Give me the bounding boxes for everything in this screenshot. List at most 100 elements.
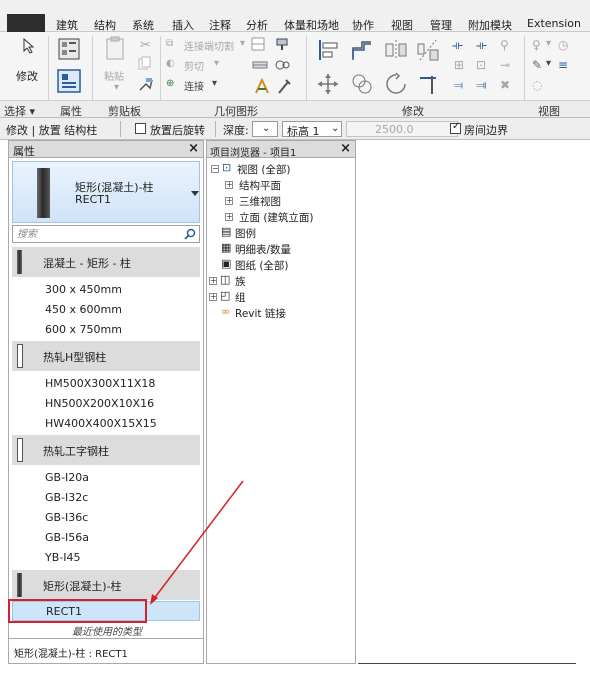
tree-views-all[interactable]: 视图 (全部) [237,162,291,177]
pin-icon[interactable]: ⚲ [500,38,509,52]
copy-icon[interactable] [138,56,152,70]
align-icon[interactable] [316,38,340,62]
trim-multiple-icon[interactable]: ⫤ [454,78,463,93]
height-input[interactable]: 2500.0 [346,121,458,137]
view-hint-icon[interactable]: ♀ [532,38,541,52]
search-input[interactable] [13,226,179,242]
expand-icon[interactable]: + [225,197,233,205]
graphics-icon[interactable]: ◷ [558,38,568,52]
search-icon[interactable] [184,228,196,240]
depth-mode-select[interactable]: ⌄ [252,121,278,137]
tab-annotate[interactable]: 注释 [209,17,231,33]
rotate-icon[interactable] [384,72,408,96]
type-list-item[interactable]: 600 x 750mm [12,320,200,340]
close-icon[interactable]: × [188,141,199,156]
room-bounding-checkbox[interactable]: ✓ [450,121,461,134]
rotate-after-placement-checkbox[interactable] [135,123,146,134]
tree-groups[interactable]: 组 [235,290,246,305]
properties-palette: 属性 × 矩形(混凝土)-柱 RECT1 混凝土 - 矩形 - 柱 300 x … [8,140,204,664]
attach-icon[interactable] [254,78,272,96]
array-icon[interactable]: ⊞ [454,58,464,72]
pick-tool-icon[interactable] [276,78,292,96]
type-list-item[interactable]: HN500X200X10X16 [12,394,200,414]
type-list-item[interactable]: GB-I20a [12,468,200,488]
cut-geometry-icon[interactable]: ◐ [166,58,175,69]
match-properties-icon[interactable] [138,76,154,92]
type-list-item-selected[interactable]: RECT1 [12,601,200,621]
wall-joins-icon[interactable] [250,36,266,52]
close-icon[interactable]: × [340,141,351,156]
type-selector[interactable]: 矩形(混凝土)-柱 RECT1 [12,161,200,223]
type-list-item[interactable]: 450 x 600mm [12,300,200,320]
expand-icon[interactable]: + [209,277,217,285]
paste-button[interactable]: 粘贴 [104,68,124,83]
tree-structural-plans[interactable]: 结构平面 [239,178,281,193]
type-list-item[interactable]: HM500X300X11X18 [12,374,200,394]
tab-view[interactable]: 视图 [391,17,413,33]
join-icon[interactable]: ⊕ [166,78,174,89]
scale-icon[interactable]: ⊡ [476,58,486,72]
trim-extend-icon[interactable] [416,72,440,96]
type-list-item[interactable]: HW400X400X15X15 [12,414,200,434]
tree-3d-views[interactable]: 三维视图 [239,194,281,209]
tree-families[interactable]: 族 [235,274,246,289]
cope-icon[interactable]: ⧉ [166,38,173,49]
trim-single-icon[interactable]: ⫥ [476,78,486,93]
split-element-icon[interactable]: ⟛ [452,38,463,53]
tab-extensions[interactable]: Extension [527,17,581,30]
split-with-gap-icon[interactable]: ⟛ [476,38,487,53]
tree-legends[interactable]: 图例 [235,226,256,241]
cope-button[interactable]: 连接端切割 [184,38,234,53]
tree-schedules[interactable]: 明细表/数量 [235,242,291,257]
tab-systems[interactable]: 系统 [132,17,154,33]
tab-analyze[interactable]: 分析 [246,17,268,33]
tree-revit-links[interactable]: Revit 链接 [235,306,286,321]
linework-icon[interactable]: ≡ [558,58,568,72]
paste-dropdown-icon[interactable]: ▾ [114,82,119,93]
override-graphics-icon[interactable]: ✎ [532,58,542,72]
cursor-arrow-icon[interactable] [22,38,36,54]
type-list-item[interactable]: YB-I45 [12,548,200,568]
cut-geometry-button[interactable]: 剪切 [184,58,204,73]
type-list-item[interactable]: 300 x 450mm [12,280,200,300]
collapse-icon[interactable]: − [211,165,219,173]
type-list-item[interactable]: GB-I32c [12,488,200,508]
unpin-icon[interactable]: ⊸ [500,58,510,72]
copy-element-icon[interactable] [350,72,374,96]
tree-elevations[interactable]: 立面 (建筑立面) [239,210,314,225]
application-menu-button[interactable] [7,14,45,32]
tab-collaborate[interactable]: 协作 [352,17,374,33]
expand-icon[interactable]: + [225,181,233,189]
hide-element-icon[interactable]: ◌ [532,78,542,92]
level-select[interactable]: 标高 1 ⌄ [282,121,342,138]
tree-sheets[interactable]: 图纸 (全部) [235,258,289,273]
tab-insert[interactable]: 插入 [172,17,194,33]
mirror-pick-axis-icon[interactable] [384,38,408,62]
tab-massing-site[interactable]: 体量和场地 [284,17,339,33]
join-button[interactable]: 连接 [184,78,204,93]
type-list-item[interactable]: GB-I56a [12,528,200,548]
offset-icon[interactable] [350,38,374,62]
column-preview-icon [37,168,50,218]
demolish-icon[interactable] [274,58,292,72]
modify-button[interactable]: 修改 [16,68,38,84]
paste-icon[interactable] [104,36,126,62]
split-face-icon[interactable] [252,58,270,72]
mirror-draw-axis-icon[interactable] [416,38,440,62]
tab-add-ins[interactable]: 附加模块 [468,17,512,33]
properties-palette-icon[interactable] [56,68,82,94]
paint-icon[interactable] [274,36,290,52]
cut-clipboard-icon[interactable]: ✂ [140,38,151,53]
type-list-item[interactable]: GB-I36c [12,508,200,528]
tab-architecture[interactable]: 建筑 [56,17,78,33]
tab-structure[interactable]: 结构 [94,17,116,33]
type-search[interactable] [12,225,200,243]
type-properties-icon[interactable] [56,36,82,62]
select-panel-dropdown[interactable]: 选择 ▾ [4,103,35,119]
delete-icon[interactable]: ✖ [500,78,510,92]
expand-icon[interactable]: + [225,213,233,221]
move-icon[interactable] [316,72,340,96]
expand-icon[interactable]: + [209,293,217,301]
drawing-canvas[interactable] [358,140,590,664]
tab-manage[interactable]: 管理 [430,17,452,33]
